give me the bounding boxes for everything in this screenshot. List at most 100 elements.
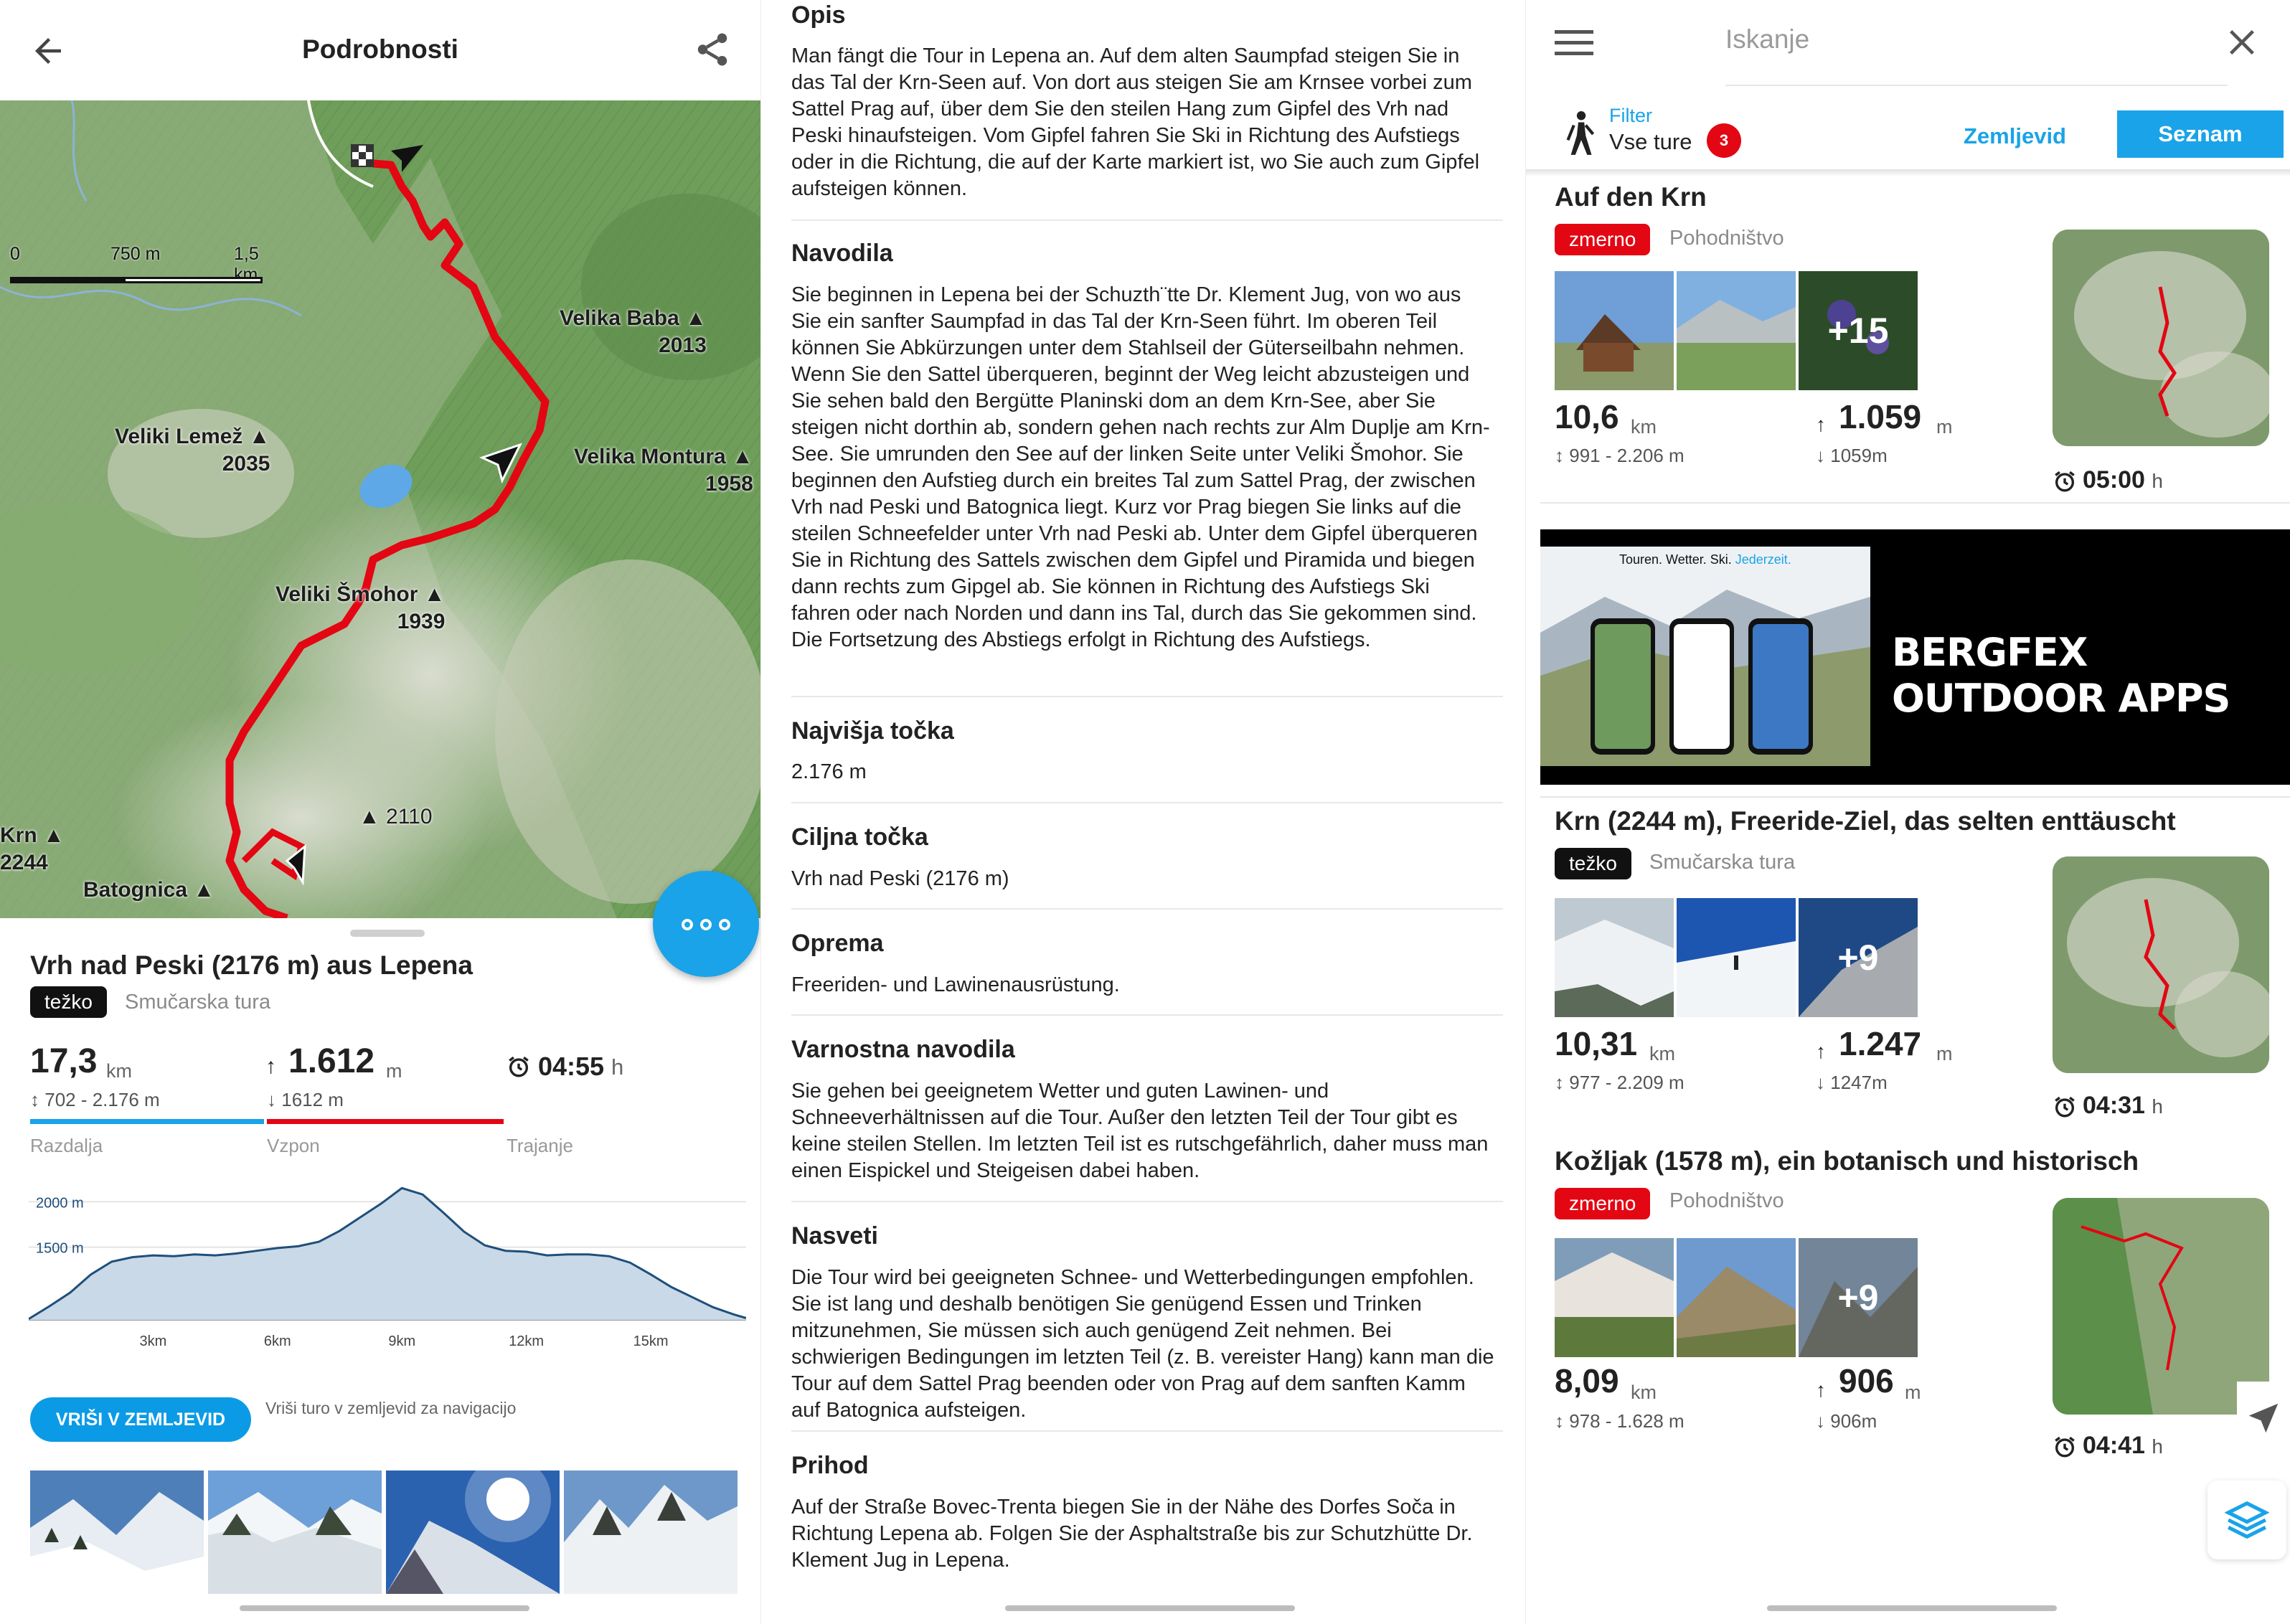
tour-photo[interactable] (1555, 898, 1674, 1017)
photo-row: +15 (1555, 271, 1921, 390)
tour-card[interactable]: Auf den Krn zmerno Pohodništvo +15 10,6 … (1526, 176, 2290, 514)
tab-map[interactable]: Zemljevid (1964, 123, 2066, 149)
search-underline (1725, 85, 2228, 86)
route-minimap (2053, 856, 2269, 1073)
home-indicator[interactable] (240, 1605, 529, 1611)
tour-photo[interactable] (1677, 898, 1796, 1017)
map-scale: 0 750 m 1,5 km (10, 244, 263, 287)
dot-icon (700, 919, 712, 930)
peak-label: Velika Montura ▲ 1958 (574, 445, 753, 496)
tour-photo[interactable]: +9 (1799, 1238, 1918, 1357)
ad-tagline: Touren. Wetter. Ski. Jederzeit. (1619, 552, 1791, 567)
peak-label: Batognica ▲ (83, 878, 215, 902)
home-indicator[interactable] (1767, 1605, 2057, 1611)
tour-photo[interactable] (1677, 271, 1796, 390)
y-tick-label: 2000 m (36, 1195, 84, 1211)
page-title: Podrobnosti (302, 34, 458, 64)
x-tick-label: 3km (140, 1333, 167, 1349)
close-icon[interactable] (2225, 26, 2258, 59)
elevation-profile-chart[interactable]: 2000 m 1500 m 3km 6km 9km 12km 15km (29, 1176, 746, 1349)
map-terrain (0, 100, 760, 918)
search-input[interactable]: Iskanje (1725, 24, 1809, 55)
tour-photo[interactable] (208, 1470, 382, 1594)
tour-photo[interactable] (30, 1470, 204, 1594)
y-tick-label: 1500 m (36, 1241, 84, 1257)
photo-strip (30, 1470, 748, 1594)
difficulty-badge: težko (1555, 848, 1631, 879)
distance-unit: km (106, 1060, 132, 1082)
alarm-clock-icon (2055, 1096, 2075, 1118)
menu-icon[interactable] (1555, 29, 1593, 57)
distance-value: 10,6 (1555, 398, 1619, 435)
ascent-value: 1.059 (1839, 398, 1922, 435)
tour-photo[interactable]: +15 (1799, 271, 1918, 390)
layers-button[interactable] (2207, 1481, 2286, 1559)
sheet-drag-handle[interactable] (350, 930, 425, 937)
home-indicator[interactable] (1005, 1605, 1295, 1611)
difficulty-badge: težko (30, 986, 107, 1018)
elevation-area (29, 1188, 746, 1320)
ascent-arrow-icon: ↑ (1816, 1040, 1826, 1062)
tour-title: Vrh nad Peski (2176 m) aus Lepena (30, 950, 473, 980)
tour-photo[interactable] (564, 1470, 738, 1594)
altitude-range: ↕ 702 - 2.176 m (30, 1089, 160, 1110)
card-separator (1540, 796, 2290, 798)
more-photos-count: +15 (1799, 271, 1918, 390)
more-photos-count: +9 (1799, 898, 1918, 1017)
ascent-unit: m (1936, 416, 1953, 438)
photo-row: +9 (1555, 898, 1921, 1017)
tour-card-title: Auf den Krn (1555, 182, 1707, 212)
tour-category: Smučarska tura (1649, 851, 1796, 874)
distance-value: 17,3 (30, 1042, 98, 1080)
photo-row: +9 (1555, 1238, 1921, 1357)
tour-photo[interactable] (386, 1470, 560, 1594)
peak-label: Veliki Lemež ▲ 2035 (115, 425, 270, 476)
tour-detail-screen: Podrobnosti 0 750 m 1,5 km Velika Baba ▲… (0, 0, 760, 1624)
section-heading: Nasveti (791, 1222, 878, 1250)
distance-unit: km (1631, 416, 1657, 438)
tour-card-title: Krn (2244 m), Freeride-Ziel, das selten … (1555, 806, 2176, 836)
dot-icon (682, 919, 693, 930)
duration-value: 04:55 (538, 1052, 605, 1081)
filter-value[interactable]: Vse ture (1609, 129, 1692, 155)
tour-card[interactable]: Krn (2244 m), Freeride-Ziel, das selten … (1526, 802, 2290, 1139)
section-heading: Ciljna točka (791, 823, 928, 851)
scale-label: 750 m (110, 244, 161, 264)
alarm-clock-icon (2055, 1436, 2075, 1458)
distance-unit: km (1631, 1382, 1657, 1403)
divider (791, 219, 1503, 221)
duration-value: 04:41 h (2083, 1432, 2163, 1459)
dot-icon (719, 919, 730, 930)
tour-photo[interactable] (1677, 1238, 1796, 1357)
navigate-button[interactable] (2237, 1382, 2290, 1450)
filter-label[interactable]: Filter (1609, 105, 1652, 127)
filter-count-badge: 3 (1707, 123, 1741, 158)
section-text: Sie beginnen in Lepena bei der Schuzth¨t… (791, 283, 1490, 651)
tab-list[interactable]: Seznam (2117, 110, 2284, 158)
tour-map[interactable]: 0 750 m 1,5 km Velika Baba ▲ 2013 Veliki … (0, 100, 760, 918)
x-tick-label: 15km (633, 1333, 669, 1349)
section-heading: Najvišja točka (791, 717, 954, 745)
tour-category: Pohodništvo (1669, 227, 1784, 250)
tour-photo[interactable] (1555, 271, 1674, 390)
ad-banner[interactable]: Touren. Wetter. Ski. Jederzeit. BERGFEX … (1540, 529, 2290, 785)
more-options-button[interactable] (653, 871, 759, 977)
section-text: Man fängt die Tour in Lepena an. Auf dem… (791, 44, 1480, 200)
section-heading: Varnostna navodila (791, 1036, 1015, 1063)
scale-label: 0 (10, 244, 20, 264)
tour-card[interactable]: Kožljak (1578 m), ein botanisch und hist… (1526, 1142, 2290, 1479)
section-heading: Oprema (791, 930, 884, 957)
distance-bar (30, 1119, 264, 1124)
peak-label: Krn ▲ 2244 (0, 823, 65, 874)
divider (791, 1430, 1503, 1432)
tour-photo[interactable] (1555, 1238, 1674, 1357)
more-photos-count: +9 (1799, 1238, 1918, 1357)
draw-on-map-hint: Vriši turo v zemljevid za navigacijo (265, 1399, 517, 1417)
ascent-unit: m (386, 1060, 402, 1082)
tour-photo[interactable]: +9 (1799, 898, 1918, 1017)
section-text: Vrh nad Peski (2176 m) (791, 867, 1009, 890)
section-heading: Opis (791, 1, 846, 29)
ascent-label: Vzpon (267, 1135, 320, 1156)
draw-on-map-button[interactable]: VRIŠI V ZEMLJEVID (30, 1397, 251, 1442)
share-icon[interactable] (693, 30, 732, 69)
